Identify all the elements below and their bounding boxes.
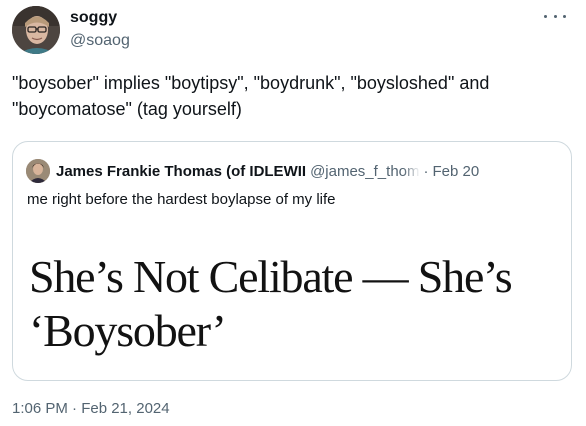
ellipsis-icon [544,14,547,18]
tweet: soggy @soaog "boysober" implies "boytips… [0,0,586,426]
ellipsis-icon [553,14,557,18]
quoted-tweet[interactable]: James Frankie Thomas (of IDLEWII @james_… [12,141,572,381]
article-headline: She’s Not Celibate — She’s ‘Boysober’ [29,250,559,358]
headline-line-1: She’s Not Celibate — She’s [29,251,513,302]
more-options-button[interactable] [544,8,566,24]
author-avatar[interactable] [12,6,60,54]
headline-line-2: ‘Boysober’ [29,305,227,356]
quoted-author-handle[interactable]: @james_f_thom [310,163,419,180]
author-handle[interactable]: @soaog [70,31,130,51]
quoted-author-display-name[interactable]: James Frankie Thomas (of IDLEWII [56,163,306,180]
quoted-tweet-header: James Frankie Thomas (of IDLEWII @james_… [26,159,558,183]
tweet-timestamp[interactable]: 1:06 PM · Feb 21, 2024 [12,400,170,417]
ellipsis-icon [563,14,566,18]
quoted-tweet-text: me right before the hardest boylapse of … [27,191,336,208]
author-info: soggy @soaog [70,8,130,51]
author-display-name[interactable]: soggy [70,8,130,28]
separator-dot: · [423,162,429,180]
quoted-author-avatar[interactable] [26,159,50,183]
quoted-tweet-date[interactable]: Feb 20 [433,163,480,180]
tweet-text: "boysober" implies "boytipsy", "boydrunk… [12,73,490,119]
